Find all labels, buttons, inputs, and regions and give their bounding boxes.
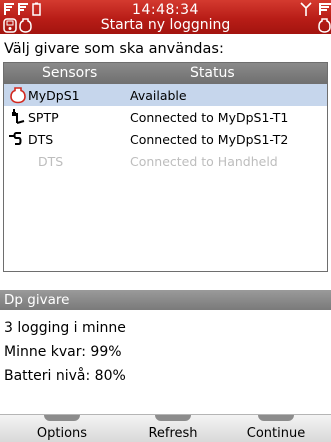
probe-icon (9, 108, 27, 126)
sensor-outline-icon (318, 18, 331, 33)
sensor-status: Connected to Handheld (130, 154, 278, 169)
column-header-status: Status (190, 65, 235, 81)
sensor-status: Connected to MyDpS1-T2 (130, 132, 289, 147)
sensor-name: DTS (38, 154, 64, 169)
memory-left-text: Minne kvar: 99% (4, 344, 122, 360)
sensor-name: SPTP (28, 110, 59, 125)
sensor-status: Connected to MyDpS1-T1 (130, 110, 289, 125)
options-button[interactable]: Options (28, 415, 96, 442)
list-header: Sensors Status (4, 63, 327, 84)
sensor-row-dts-handheld[interactable]: DTS Connected to Handheld (4, 150, 327, 172)
sensor-name: MyDpS1 (28, 88, 80, 103)
refresh-button[interactable]: Refresh (138, 415, 208, 442)
title-bar: 14:48:34 Starta ny loggning (0, 0, 331, 34)
sensor-status: Available (130, 88, 187, 103)
softkey-indicator (44, 415, 80, 421)
battery-level-text: Batteri nivå: 80% (4, 368, 126, 384)
log-count-text: 3 logging i minne (4, 320, 126, 336)
continue-label: Continue (246, 426, 306, 441)
screen-title: Starta ny loggning (100, 17, 231, 33)
detail-section-title: Dp givare (0, 290, 331, 310)
refresh-label: Refresh (148, 426, 198, 441)
column-header-sensors: Sensors (42, 65, 98, 81)
sensor-red-outline-icon (9, 86, 27, 104)
select-sensor-prompt: Välj givare som ska användas: (4, 41, 224, 57)
sensor-row-sptp[interactable]: SPTP Connected to MyDpS1-T1 (4, 106, 327, 128)
softkey-bar: Options Refresh Continue (0, 414, 331, 442)
antenna-icon (300, 2, 312, 16)
sensor-row-dts[interactable]: DTS Connected to MyDpS1-T2 (4, 128, 327, 150)
softkey-indicator (258, 415, 294, 421)
sensor-name: DTS (28, 132, 54, 147)
signal-flag-icon (318, 2, 331, 16)
sensor-list[interactable]: Sensors Status MyDpS1 Available SPTP Con… (3, 62, 328, 272)
cable-probe-icon (9, 130, 27, 148)
sensor-row-mydps1[interactable]: MyDpS1 Available (4, 84, 327, 106)
softkey-indicator (155, 415, 191, 421)
clock-time: 14:48:34 (132, 2, 199, 18)
options-label: Options (36, 426, 88, 441)
continue-button[interactable]: Continue (240, 415, 312, 442)
